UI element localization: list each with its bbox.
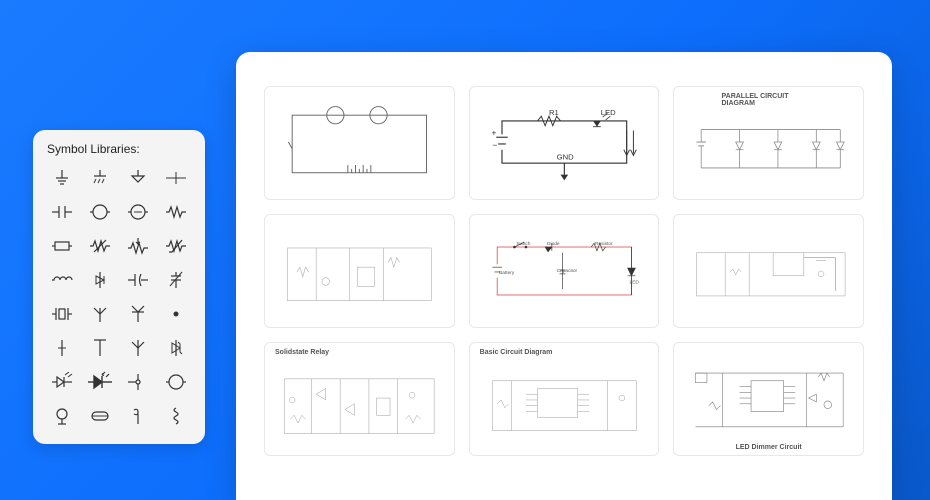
inductor-icon[interactable] [47, 268, 77, 292]
transistor-icon[interactable] [123, 370, 153, 394]
ammeter-icon[interactable] [85, 200, 115, 224]
svg-text:LED: LED [629, 279, 639, 285]
label-gnd: GND [556, 152, 573, 161]
thermistor-icon[interactable] [161, 234, 191, 258]
crystal-icon[interactable] [47, 302, 77, 326]
template-solidstate-relay[interactable]: Solidstate Relay [264, 342, 455, 456]
antenna-icon[interactable] [85, 302, 115, 326]
svg-text:Resistor: Resistor [595, 241, 613, 247]
capacitor-polarized-icon[interactable] [123, 268, 153, 292]
diode-horizontal-icon[interactable] [47, 336, 77, 360]
variable-resistor-icon[interactable] [85, 234, 115, 258]
template-title: Solidstate Relay [275, 349, 329, 356]
node-icon[interactable] [161, 166, 191, 190]
lamp-icon[interactable] [161, 370, 191, 394]
template-title: LED Dimmer Circuit [736, 444, 802, 451]
motor-icon[interactable] [47, 404, 77, 428]
svg-text:+: + [491, 127, 496, 137]
resistor-box-icon[interactable] [47, 234, 77, 258]
template-basic-circuit[interactable]: Basic Circuit Diagram [469, 342, 660, 456]
templates-grid: R1 LED + − GND PARALLEL CIRCUIT DIAGRAM [264, 86, 864, 456]
svg-text:Battery: Battery [499, 270, 515, 276]
template-simple-circuit[interactable] [264, 86, 455, 200]
fuse-icon[interactable] [85, 404, 115, 428]
relay-icon[interactable] [123, 404, 153, 428]
svg-text:Switch: Switch [516, 241, 530, 247]
template-parallel-circuit[interactable]: PARALLEL CIRCUIT DIAGRAM [673, 86, 864, 200]
zener-icon[interactable] [161, 336, 191, 360]
templates-window: R1 LED + − GND PARALLEL CIRCUIT DIAGRAM [236, 52, 892, 500]
symbol-libraries-panel: Symbol Libraries: [33, 130, 205, 444]
source-icon[interactable] [123, 200, 153, 224]
antenna-loop-icon[interactable] [85, 336, 115, 360]
variable-capacitor-icon[interactable] [161, 268, 191, 292]
resistor-icon[interactable] [161, 200, 191, 224]
ground-earth-icon[interactable] [85, 166, 115, 190]
svg-text:Capacitor: Capacitor [556, 268, 577, 274]
template-led-circuit[interactable]: R1 LED + − GND [469, 86, 660, 200]
diode-icon[interactable] [85, 268, 115, 292]
capacitor-icon[interactable] [47, 200, 77, 224]
photodiode-icon[interactable] [85, 370, 115, 394]
template-title: PARALLEL CIRCUIT DIAGRAM [721, 93, 815, 107]
label-led: LED [600, 108, 615, 117]
label-r1: R1 [549, 108, 559, 117]
svg-text:Diode: Diode [547, 241, 560, 247]
svg-text:−: − [492, 140, 497, 150]
ground-chassis-icon[interactable] [123, 166, 153, 190]
template-complex-1[interactable] [264, 214, 455, 328]
template-title: Basic Circuit Diagram [480, 349, 553, 356]
potentiometer-icon[interactable] [123, 234, 153, 258]
antenna-yagi-icon[interactable] [123, 336, 153, 360]
ground-signal-icon[interactable] [47, 166, 77, 190]
template-complex-2[interactable] [673, 214, 864, 328]
symbol-panel-title: Symbol Libraries: [47, 142, 191, 156]
antenna-dipole-icon[interactable] [123, 302, 153, 326]
dot-icon[interactable] [161, 302, 191, 326]
symbol-grid [47, 166, 191, 428]
template-labeled-circuit[interactable]: Switch Diode Resistor Battery Capacitor … [469, 214, 660, 328]
coil-icon[interactable] [161, 404, 191, 428]
template-led-dimmer[interactable]: LED Dimmer Circuit [673, 342, 864, 456]
led-icon[interactable] [47, 370, 77, 394]
